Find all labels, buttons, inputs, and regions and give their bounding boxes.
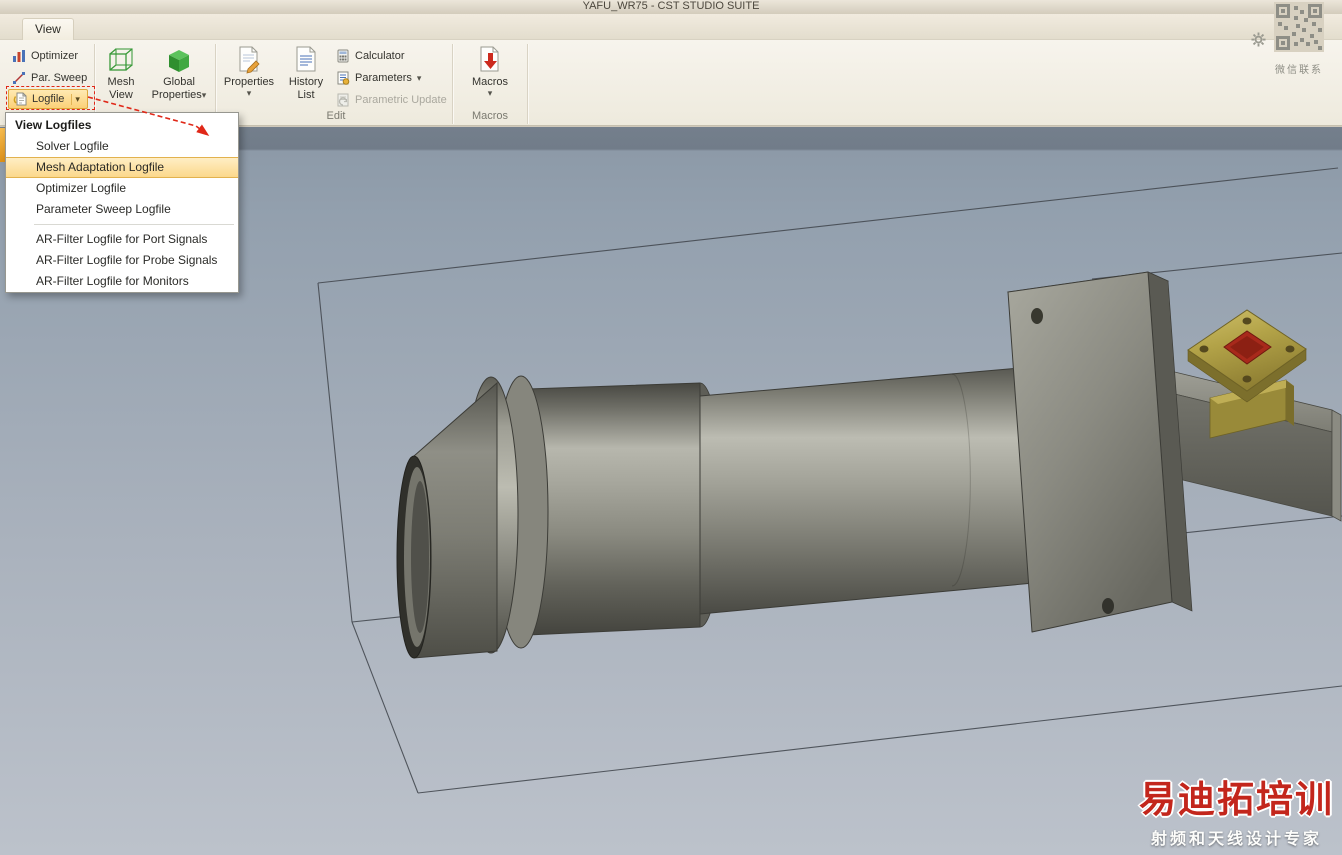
ribbon-separator <box>452 44 453 124</box>
watermark-title: 易迪拓培训 <box>1139 769 1334 823</box>
group-label-edit: Edit <box>218 110 454 122</box>
mesh-view-icon <box>106 45 136 75</box>
menu-item-parameter-sweep-logfile[interactable]: Parameter Sweep Logfile <box>6 199 238 220</box>
ribbon-separator <box>527 44 528 124</box>
calculator-button[interactable]: Calculator <box>332 46 409 66</box>
history-list-label2: List <box>297 89 314 102</box>
menu-item-ar-filter-monitors[interactable]: AR-Filter Logfile for Monitors <box>6 271 238 292</box>
global-properties-dropdown-arrow: ▾ <box>202 90 207 100</box>
par-sweep-label: Par. Sweep <box>31 72 87 84</box>
history-list-label: History <box>289 76 323 89</box>
menu-item-ar-filter-probe[interactable]: AR-Filter Logfile for Probe Signals <box>6 250 238 271</box>
calculator-label: Calculator <box>355 50 405 62</box>
parameters-icon <box>336 71 350 85</box>
menu-item-optimizer-logfile[interactable]: Optimizer Logfile <box>6 178 238 199</box>
menu-item-mesh-adaptation-logfile[interactable]: Mesh Adaptation Logfile <box>6 157 238 178</box>
menu-bar: View <box>0 14 1342 40</box>
menu-item-solver-logfile[interactable]: Solver Logfile <box>6 136 238 157</box>
optimizer-icon <box>12 49 26 63</box>
mesh-view-label: Mesh <box>108 76 135 89</box>
dropdown-header: View Logfiles <box>6 113 238 136</box>
parameters-dropdown-arrow: ▾ <box>417 74 422 83</box>
global-properties-icon <box>164 45 194 75</box>
history-list-icon <box>291 45 321 75</box>
mesh-view-label2: View <box>109 89 133 102</box>
menu-item-ar-filter-port[interactable]: AR-Filter Logfile for Port Signals <box>6 229 238 250</box>
bounding-box-front-edges <box>352 622 1342 793</box>
window-title: YAFU_WR75 - CST STUDIO SUITE <box>583 0 760 12</box>
parameters-label: Parameters <box>355 72 412 84</box>
cylinder-large <box>528 383 700 635</box>
calculator-icon <box>336 49 350 63</box>
macros-dropdown-arrow: ▾ <box>488 89 493 98</box>
parametric-update-label: Parametric Update <box>355 94 447 106</box>
watermark-subtitle: 射频和天线设计专家 <box>1139 825 1334 849</box>
logfile-dropdown-menu: View Logfiles Solver Logfile Mesh Adapta… <box>5 112 239 293</box>
plate-bolt-hole <box>1102 598 1114 614</box>
gear-icon <box>1251 32 1266 47</box>
macros-icon <box>475 45 505 75</box>
parameters-button[interactable]: Parameters ▾ <box>332 68 425 88</box>
global-properties-label2: Properties▾ <box>152 89 207 102</box>
qr-caption: 微信联系 <box>1268 61 1330 76</box>
global-properties-button[interactable]: Global Properties▾ <box>146 43 212 121</box>
mounting-plate <box>1008 272 1192 632</box>
menu-separator <box>34 224 234 225</box>
tab-view[interactable]: View <box>22 18 74 40</box>
logfile-icon <box>13 92 27 106</box>
group-label-macros: Macros <box>458 110 522 122</box>
par-sweep-icon <box>12 71 26 85</box>
logfile-label: Logfile <box>32 93 64 105</box>
logfile-dropdown-arrow[interactable]: ▾ <box>71 94 83 105</box>
properties-icon <box>234 45 264 75</box>
qr-contact-block: 微信联系 <box>1268 2 1330 76</box>
mesh-view-button[interactable]: Mesh View <box>98 43 144 121</box>
global-properties-label: Global <box>163 76 195 89</box>
parametric-update-button: Parametric Update <box>332 90 451 110</box>
optimizer-button[interactable]: Optimizer <box>8 46 82 66</box>
qr-code <box>1274 2 1324 52</box>
plate-bolt-hole <box>1031 308 1043 324</box>
par-sweep-button[interactable]: Par. Sweep <box>8 68 91 88</box>
parametric-update-icon <box>336 93 350 107</box>
horn-cone <box>397 383 497 658</box>
optimizer-label: Optimizer <box>31 50 78 62</box>
logfile-button[interactable]: Logfile ▾ <box>8 89 88 109</box>
properties-dropdown-arrow: ▾ <box>247 89 252 98</box>
title-bar: YAFU_WR75 - CST STUDIO SUITE <box>0 0 1342 14</box>
watermark: 易迪拓培训 射频和天线设计专家 <box>1139 769 1334 849</box>
